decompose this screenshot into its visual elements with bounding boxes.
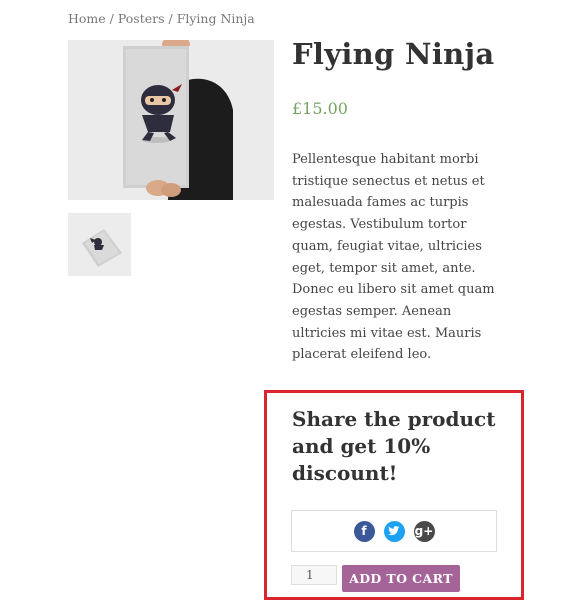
product-main-image[interactable] [68,40,274,200]
breadcrumb-separator: / [105,11,118,26]
facebook-icon[interactable]: f [353,520,375,542]
product-title: Flying Ninja [292,37,495,71]
ninja-poster-photo [68,40,274,200]
twitter-icon[interactable] [383,520,405,542]
add-to-cart-button[interactable]: ADD TO CART [342,565,460,592]
social-share-bar: f g+ [291,510,497,552]
ninja-poster-thumbnail [68,213,131,276]
breadcrumb-separator: / [164,11,177,26]
google-plus-icon[interactable]: g+ [413,520,435,542]
breadcrumb-posters-link[interactable]: Posters [118,11,165,26]
breadcrumb-home-link[interactable]: Home [68,11,106,26]
quantity-input[interactable] [291,565,337,585]
breadcrumb: Home / Posters / Flying Ninja [68,11,255,26]
product-price: £15.00 [292,99,348,118]
product-description: Pellentesque habitant morbi tristique se… [292,152,495,363]
breadcrumb-current: Flying Ninja [176,11,255,26]
product-thumbnail[interactable] [68,213,131,276]
share-heading: Share the product and get 10% discount! [292,407,496,485]
